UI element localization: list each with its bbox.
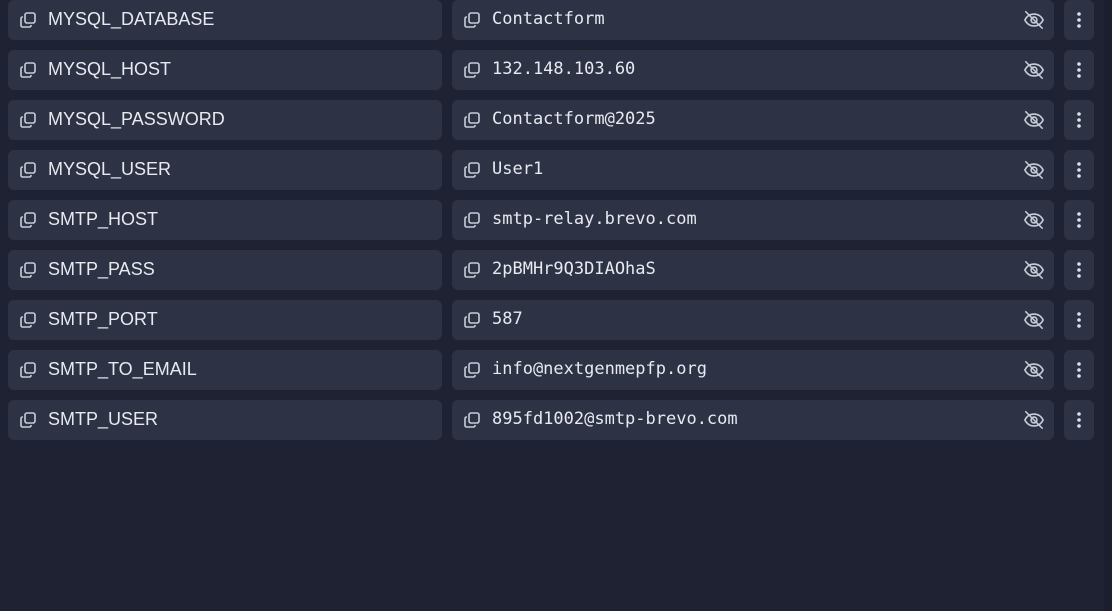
variable-value-field[interactable]: 587 — [452, 300, 1054, 340]
env-variable-row: SMTP_TO_EMAIL info@nextgenmepfp.org — [8, 350, 1096, 390]
copy-icon[interactable] — [19, 11, 37, 29]
copy-icon[interactable] — [463, 111, 481, 129]
variable-key: SMTP_TO_EMAIL — [48, 359, 197, 379]
row-menu-button[interactable] — [1064, 150, 1094, 190]
row-menu-button[interactable] — [1064, 50, 1094, 90]
copy-icon[interactable] — [463, 211, 481, 229]
copy-icon[interactable] — [19, 411, 37, 429]
variable-key: MYSQL_PASSWORD — [48, 109, 225, 129]
variable-key-field[interactable]: SMTP_PORT — [8, 300, 442, 340]
variable-value: Contactform — [492, 9, 605, 29]
copy-icon[interactable] — [19, 111, 37, 129]
row-menu-button[interactable] — [1064, 400, 1094, 440]
eye-off-icon[interactable] — [1023, 359, 1045, 381]
eye-off-icon[interactable] — [1023, 259, 1045, 281]
copy-icon[interactable] — [19, 211, 37, 229]
row-menu-button[interactable] — [1064, 200, 1094, 240]
eye-off-icon[interactable] — [1023, 109, 1045, 131]
variable-value: 895fd1002@smtp-brevo.com — [492, 409, 738, 429]
variable-value-field[interactable]: Contactform@2025 — [452, 100, 1054, 140]
variable-value: User1 — [492, 159, 544, 179]
copy-icon[interactable] — [19, 261, 37, 279]
copy-icon[interactable] — [463, 161, 481, 179]
variable-key-field[interactable]: MYSQL_DATABASE — [8, 0, 442, 40]
env-variable-row: SMTP_USER 895fd1002@smtp-brevo.com — [8, 400, 1096, 440]
env-variable-row: SMTP_PORT 587 — [8, 300, 1096, 340]
variable-value-field[interactable]: 895fd1002@smtp-brevo.com — [452, 400, 1054, 440]
variable-value: Contactform@2025 — [492, 109, 656, 129]
variable-key-field[interactable]: MYSQL_USER — [8, 150, 442, 190]
more-vertical-icon — [1070, 210, 1088, 230]
variable-value: 2pBMHr9Q3DIAOhaS — [492, 259, 656, 279]
variable-key: MYSQL_USER — [48, 159, 172, 179]
variable-key: SMTP_PORT — [48, 309, 158, 329]
variable-value: info@nextgenmepfp.org — [492, 359, 707, 379]
more-vertical-icon — [1070, 60, 1088, 80]
copy-icon[interactable] — [19, 311, 37, 329]
more-vertical-icon — [1070, 310, 1088, 330]
env-variable-row: MYSQL_USER User1 — [8, 150, 1096, 190]
env-variable-row: MYSQL_PASSWORD Contactform@2025 — [8, 100, 1096, 140]
copy-icon[interactable] — [463, 411, 481, 429]
row-menu-button[interactable] — [1064, 300, 1094, 340]
more-vertical-icon — [1070, 260, 1088, 280]
variable-key-field[interactable]: SMTP_PASS — [8, 250, 442, 290]
env-variable-row: SMTP_HOST smtp-relay.brevo.com — [8, 200, 1096, 240]
env-variable-row: SMTP_PASS 2pBMHr9Q3DIAOhaS — [8, 250, 1096, 290]
eye-off-icon[interactable] — [1023, 409, 1045, 431]
variable-key-field[interactable]: MYSQL_PASSWORD — [8, 100, 442, 140]
more-vertical-icon — [1070, 110, 1088, 130]
scrollbar[interactable] — [1104, 0, 1112, 611]
env-variable-list: MYSQL_DATABASE Contactform MYSQL_HOST 13… — [8, 0, 1096, 450]
variable-value-field[interactable]: 132.148.103.60 — [452, 50, 1054, 90]
copy-icon[interactable] — [463, 361, 481, 379]
more-vertical-icon — [1070, 410, 1088, 430]
variable-value: 587 — [492, 309, 523, 329]
variable-value-field[interactable]: smtp-relay.brevo.com — [452, 200, 1054, 240]
eye-off-icon[interactable] — [1023, 209, 1045, 231]
copy-icon[interactable] — [463, 311, 481, 329]
variable-key-field[interactable]: SMTP_USER — [8, 400, 442, 440]
variable-key: MYSQL_HOST — [48, 59, 172, 79]
more-vertical-icon — [1070, 10, 1088, 30]
variable-key-field[interactable]: SMTP_HOST — [8, 200, 442, 240]
copy-icon[interactable] — [463, 261, 481, 279]
row-menu-button[interactable] — [1064, 100, 1094, 140]
row-menu-button[interactable] — [1064, 0, 1094, 40]
copy-icon[interactable] — [463, 11, 481, 29]
variable-value-field[interactable]: Contactform — [452, 0, 1054, 40]
eye-off-icon[interactable] — [1023, 59, 1045, 81]
variable-value-field[interactable]: info@nextgenmepfp.org — [452, 350, 1054, 390]
copy-icon[interactable] — [19, 161, 37, 179]
variable-key-field[interactable]: MYSQL_HOST — [8, 50, 442, 90]
eye-off-icon[interactable] — [1023, 159, 1045, 181]
variable-key: SMTP_PASS — [48, 259, 155, 279]
variable-value-field[interactable]: User1 — [452, 150, 1054, 190]
row-menu-button[interactable] — [1064, 250, 1094, 290]
eye-off-icon[interactable] — [1023, 9, 1045, 31]
variable-key: MYSQL_DATABASE — [48, 9, 215, 29]
variable-value-field[interactable]: 2pBMHr9Q3DIAOhaS — [452, 250, 1054, 290]
variable-key-field[interactable]: SMTP_TO_EMAIL — [8, 350, 442, 390]
eye-off-icon[interactable] — [1023, 309, 1045, 331]
more-vertical-icon — [1070, 160, 1088, 180]
copy-icon[interactable] — [463, 61, 481, 79]
more-vertical-icon — [1070, 360, 1088, 380]
variable-value: 132.148.103.60 — [492, 59, 636, 79]
variable-value: smtp-relay.brevo.com — [492, 209, 697, 229]
copy-icon[interactable] — [19, 361, 37, 379]
env-variable-row: MYSQL_DATABASE Contactform — [8, 0, 1096, 40]
env-variable-row: MYSQL_HOST 132.148.103.60 — [8, 50, 1096, 90]
env-variables-panel: MYSQL_DATABASE Contactform MYSQL_HOST 13… — [0, 0, 1112, 611]
copy-icon[interactable] — [19, 61, 37, 79]
row-menu-button[interactable] — [1064, 350, 1094, 390]
variable-key: SMTP_USER — [48, 409, 159, 429]
variable-key: SMTP_HOST — [48, 209, 159, 229]
